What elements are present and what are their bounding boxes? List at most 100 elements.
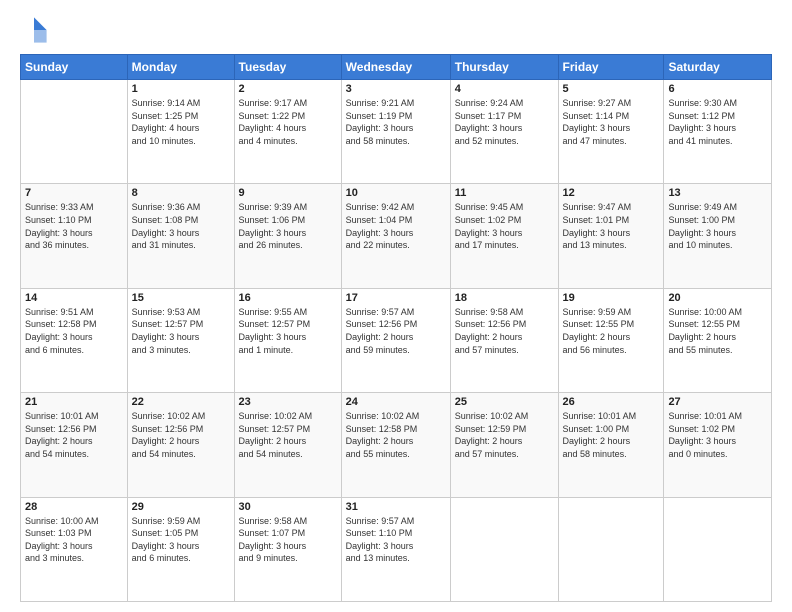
day-number: 10 xyxy=(346,187,446,199)
day-info: Sunrise: 10:00 AM Sunset: 12:55 PM Dayli… xyxy=(668,306,767,356)
day-cell: 25 Sunrise: 10:02 AM Sunset: 12:59 PM Day… xyxy=(450,393,558,497)
day-info: Sunrise: 9:57 AM Sunset: 1:10 PM Dayligh… xyxy=(346,515,446,565)
day-cell: 15 Sunrise: 9:53 AM Sunset: 12:57 PM Dayl… xyxy=(127,288,234,392)
day-info: Sunrise: 9:21 AM Sunset: 1:19 PM Dayligh… xyxy=(346,97,446,147)
day-cell: 20Sunrise: 10:00 AM Sunset: 12:55 PM Day… xyxy=(664,288,772,392)
calendar-table: SundayMondayTuesdayWednesdayThursdayFrid… xyxy=(20,54,772,602)
header-day-thursday: Thursday xyxy=(450,55,558,80)
day-cell: 17Sunrise: 9:57 AM Sunset: 12:56 PM Dayl… xyxy=(341,288,450,392)
day-number: 3 xyxy=(346,83,446,95)
day-info: Sunrise: 10:01 AM Sunset: 1:02 PM Daylig… xyxy=(668,410,767,460)
day-number: 5 xyxy=(563,83,660,95)
day-number: 15 xyxy=(132,292,230,304)
day-cell: 27 Sunrise: 10:01 AM Sunset: 1:02 PM Dayl… xyxy=(664,393,772,497)
day-number: 25 xyxy=(455,396,554,408)
calendar-header: SundayMondayTuesdayWednesdayThursdayFrid… xyxy=(21,55,772,80)
day-cell: 24 Sunrise: 10:02 AM Sunset: 12:58 PM Day… xyxy=(341,393,450,497)
day-cell: 4 Sunrise: 9:24 AM Sunset: 1:17 PM Daylig… xyxy=(450,80,558,184)
header-day-sunday: Sunday xyxy=(21,55,128,80)
day-number: 22 xyxy=(132,396,230,408)
week-row-4: 21Sunrise: 10:01 AM Sunset: 12:56 PM Day… xyxy=(21,393,772,497)
day-cell: 11 Sunrise: 9:45 AM Sunset: 1:02 PM Dayli… xyxy=(450,184,558,288)
header-day-saturday: Saturday xyxy=(664,55,772,80)
day-cell: 29Sunrise: 9:59 AM Sunset: 1:05 PM Dayli… xyxy=(127,497,234,601)
day-number: 28 xyxy=(25,501,123,513)
day-number: 23 xyxy=(239,396,337,408)
day-info: Sunrise: 10:02 AM Sunset: 12:56 PM Dayli… xyxy=(132,410,230,460)
day-info: Sunrise: 10:02 AM Sunset: 12:58 PM Dayli… xyxy=(346,410,446,460)
logo xyxy=(20,16,52,44)
day-number: 18 xyxy=(455,292,554,304)
day-info: Sunrise: 9:42 AM Sunset: 1:04 PM Dayligh… xyxy=(346,201,446,251)
day-number: 17 xyxy=(346,292,446,304)
day-cell: 26Sunrise: 10:01 AM Sunset: 1:00 PM Dayl… xyxy=(558,393,664,497)
day-info: Sunrise: 9:55 AM Sunset: 12:57 PM Daylig… xyxy=(239,306,337,356)
week-row-1: 1Sunrise: 9:14 AM Sunset: 1:25 PM Daylig… xyxy=(21,80,772,184)
day-cell: 13 Sunrise: 9:49 AM Sunset: 1:00 PM Dayli… xyxy=(664,184,772,288)
day-info: Sunrise: 9:45 AM Sunset: 1:02 PM Dayligh… xyxy=(455,201,554,251)
day-info: Sunrise: 10:00 AM Sunset: 1:03 PM Daylig… xyxy=(25,515,123,565)
day-info: Sunrise: 9:39 AM Sunset: 1:06 PM Dayligh… xyxy=(239,201,337,251)
day-cell: 7Sunrise: 9:33 AM Sunset: 1:10 PM Daylig… xyxy=(21,184,128,288)
day-info: Sunrise: 9:58 AM Sunset: 1:07 PM Dayligh… xyxy=(239,515,337,565)
day-info: Sunrise: 9:24 AM Sunset: 1:17 PM Dayligh… xyxy=(455,97,554,147)
day-cell: 3 Sunrise: 9:21 AM Sunset: 1:19 PM Daylig… xyxy=(341,80,450,184)
header-row: SundayMondayTuesdayWednesdayThursdayFrid… xyxy=(21,55,772,80)
day-number: 9 xyxy=(239,187,337,199)
day-info: Sunrise: 9:47 AM Sunset: 1:01 PM Dayligh… xyxy=(563,201,660,251)
day-info: Sunrise: 9:59 AM Sunset: 12:55 PM Daylig… xyxy=(563,306,660,356)
header-day-friday: Friday xyxy=(558,55,664,80)
day-info: Sunrise: 10:01 AM Sunset: 1:00 PM Daylig… xyxy=(563,410,660,460)
day-info: Sunrise: 9:49 AM Sunset: 1:00 PM Dayligh… xyxy=(668,201,767,251)
day-number: 24 xyxy=(346,396,446,408)
day-info: Sunrise: 9:17 AM Sunset: 1:22 PM Dayligh… xyxy=(239,97,337,147)
header-day-wednesday: Wednesday xyxy=(341,55,450,80)
day-info: Sunrise: 9:30 AM Sunset: 1:12 PM Dayligh… xyxy=(668,97,767,147)
day-number: 4 xyxy=(455,83,554,95)
day-cell: 31Sunrise: 9:57 AM Sunset: 1:10 PM Dayli… xyxy=(341,497,450,601)
day-number: 14 xyxy=(25,292,123,304)
day-cell: 23 Sunrise: 10:02 AM Sunset: 12:57 PM Day… xyxy=(234,393,341,497)
day-number: 8 xyxy=(132,187,230,199)
day-cell: 1Sunrise: 9:14 AM Sunset: 1:25 PM Daylig… xyxy=(127,80,234,184)
day-number: 16 xyxy=(239,292,337,304)
day-info: Sunrise: 10:02 AM Sunset: 12:59 PM Dayli… xyxy=(455,410,554,460)
day-info: Sunrise: 10:02 AM Sunset: 12:57 PM Dayli… xyxy=(239,410,337,460)
week-row-3: 14 Sunrise: 9:51 AM Sunset: 12:58 PM Dayl… xyxy=(21,288,772,392)
day-info: Sunrise: 9:36 AM Sunset: 1:08 PM Dayligh… xyxy=(132,201,230,251)
day-cell xyxy=(21,80,128,184)
day-number: 29 xyxy=(132,501,230,513)
calendar-body: 1Sunrise: 9:14 AM Sunset: 1:25 PM Daylig… xyxy=(21,80,772,602)
page: SundayMondayTuesdayWednesdayThursdayFrid… xyxy=(0,0,792,612)
day-cell: 6Sunrise: 9:30 AM Sunset: 1:12 PM Daylig… xyxy=(664,80,772,184)
day-info: Sunrise: 9:27 AM Sunset: 1:14 PM Dayligh… xyxy=(563,97,660,147)
day-cell xyxy=(664,497,772,601)
day-cell: 18 Sunrise: 9:58 AM Sunset: 12:56 PM Dayl… xyxy=(450,288,558,392)
day-number: 21 xyxy=(25,396,123,408)
day-cell: 21Sunrise: 10:01 AM Sunset: 12:56 PM Day… xyxy=(21,393,128,497)
day-cell: 19 Sunrise: 9:59 AM Sunset: 12:55 PM Dayl… xyxy=(558,288,664,392)
day-cell: 2 Sunrise: 9:17 AM Sunset: 1:22 PM Daylig… xyxy=(234,80,341,184)
day-info: Sunrise: 9:51 AM Sunset: 12:58 PM Daylig… xyxy=(25,306,123,356)
day-cell: 30Sunrise: 9:58 AM Sunset: 1:07 PM Dayli… xyxy=(234,497,341,601)
day-cell: 12 Sunrise: 9:47 AM Sunset: 1:01 PM Dayli… xyxy=(558,184,664,288)
day-cell: 10 Sunrise: 9:42 AM Sunset: 1:04 PM Dayli… xyxy=(341,184,450,288)
day-cell: 14 Sunrise: 9:51 AM Sunset: 12:58 PM Dayl… xyxy=(21,288,128,392)
day-number: 13 xyxy=(668,187,767,199)
day-number: 27 xyxy=(668,396,767,408)
week-row-5: 28 Sunrise: 10:00 AM Sunset: 1:03 PM Dayl… xyxy=(21,497,772,601)
day-number: 12 xyxy=(563,187,660,199)
day-number: 19 xyxy=(563,292,660,304)
header-day-monday: Monday xyxy=(127,55,234,80)
day-number: 2 xyxy=(239,83,337,95)
day-cell xyxy=(558,497,664,601)
day-info: Sunrise: 9:58 AM Sunset: 12:56 PM Daylig… xyxy=(455,306,554,356)
day-number: 1 xyxy=(132,83,230,95)
day-info: Sunrise: 9:53 AM Sunset: 12:57 PM Daylig… xyxy=(132,306,230,356)
header-day-tuesday: Tuesday xyxy=(234,55,341,80)
day-number: 11 xyxy=(455,187,554,199)
day-cell: 8 Sunrise: 9:36 AM Sunset: 1:08 PM Daylig… xyxy=(127,184,234,288)
header xyxy=(20,16,772,44)
day-cell: 9 Sunrise: 9:39 AM Sunset: 1:06 PM Daylig… xyxy=(234,184,341,288)
day-number: 7 xyxy=(25,187,123,199)
